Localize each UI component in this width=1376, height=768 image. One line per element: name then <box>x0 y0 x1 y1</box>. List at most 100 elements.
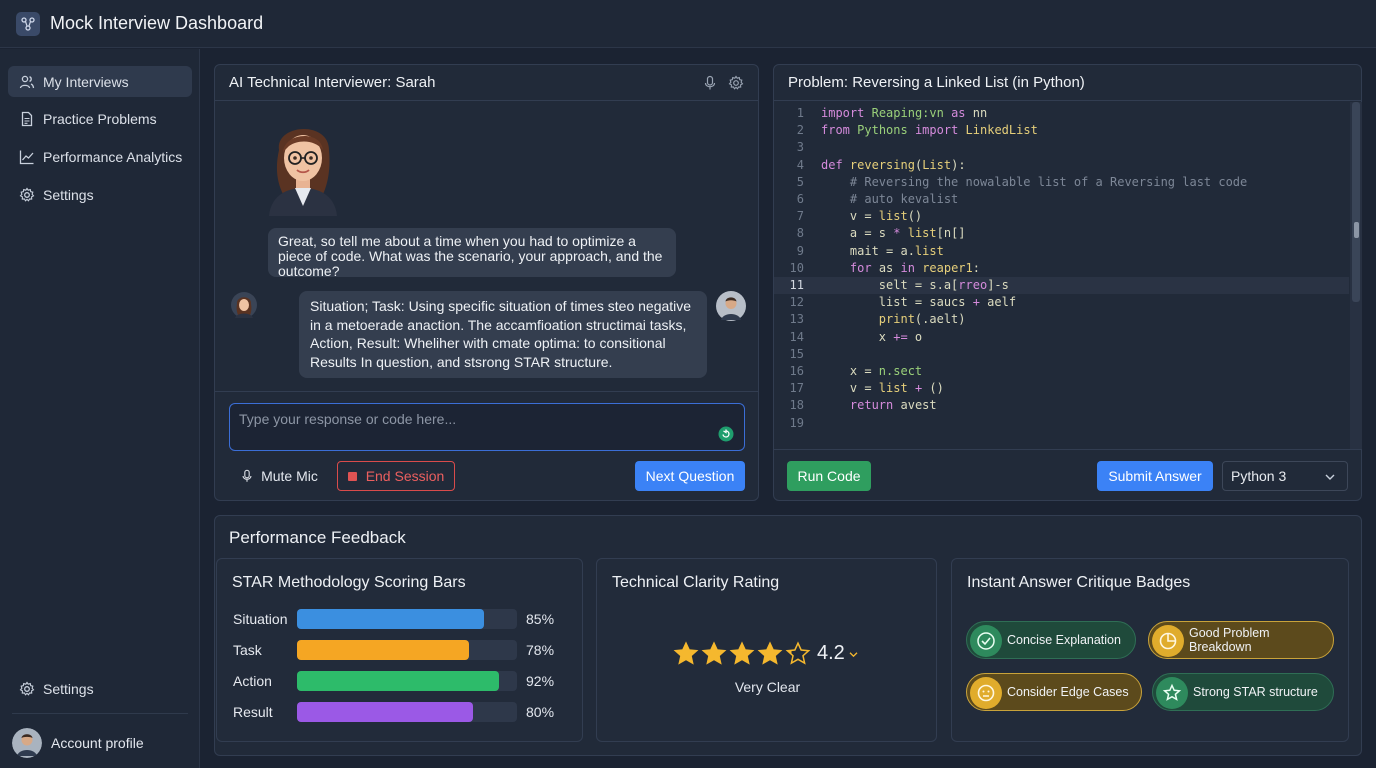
response-input-placeholder: Type your response or code here... <box>239 411 457 427</box>
bar-fill <box>297 640 469 660</box>
code-line[interactable]: 4 def reversing(List): <box>774 157 1349 174</box>
critique-badges-card: Instant Answer Critique Badges Concise E… <box>951 558 1349 742</box>
code-line[interactable]: 16 x = n.sect <box>774 363 1349 380</box>
code-line[interactable]: 8 a = s * list[n[] <box>774 225 1349 242</box>
interviewer-avatar <box>269 128 337 216</box>
code-line[interactable]: 1 import Reaping:vn as nn <box>774 105 1349 122</box>
code-scrollbar[interactable] <box>1350 102 1362 449</box>
code-text: x += o <box>821 329 923 344</box>
bar-track <box>297 702 517 722</box>
code-line[interactable]: 14 x += o <box>774 329 1349 346</box>
code-text: def reversing(List): <box>821 157 966 172</box>
code-text: for as in reaper1: <box>849 260 980 275</box>
submit-answer-button[interactable]: Submit Answer <box>1097 461 1213 491</box>
stop-icon <box>347 471 357 481</box>
code-line[interactable]: 18 return avest <box>774 397 1349 414</box>
code-scrollbar-thumb[interactable] <box>1352 102 1360 302</box>
problem-panel: Problem: Reversing a Linked List (in Pyt… <box>773 64 1362 501</box>
next-question-button[interactable]: Next Question <box>635 461 745 491</box>
code-line[interactable]: 15 <box>774 346 1349 363</box>
sidebar-item-practice-problems[interactable]: Practice Problems <box>8 103 192 134</box>
bar-label: Result <box>233 704 273 720</box>
gear-icon[interactable] <box>728 75 744 91</box>
code-line[interactable]: 13 print(.aelt) <box>774 311 1349 328</box>
account-label: Account profile <box>51 735 144 751</box>
code-line[interactable]: 7 v = list() <box>774 208 1349 225</box>
technical-clarity-card: Technical Clarity Rating 4.2 Very Clear <box>596 558 937 742</box>
critique-card-title: Instant Answer Critique Badges <box>967 574 1191 591</box>
badge-label: Consider Edge Cases <box>1007 685 1129 699</box>
line-number: 7 <box>796 209 804 224</box>
line-number: 12 <box>789 295 804 310</box>
language-select[interactable]: Python 3 <box>1222 461 1348 491</box>
bar-fill <box>297 671 500 691</box>
code-text: list = saucs + aelf <box>821 295 1017 310</box>
account-profile[interactable]: Account profile <box>12 725 144 761</box>
chevron-down-icon[interactable] <box>849 651 858 658</box>
star-bar-situation: Situation 85% <box>233 609 563 629</box>
gear-icon <box>19 187 35 202</box>
sidebar: My Interviews Practice Problems Performa… <box>0 49 200 768</box>
chevron-down-icon <box>1325 474 1335 480</box>
end-session-button[interactable]: End Session <box>337 461 455 491</box>
code-line[interactable]: 2 from Pythons import LinkedList <box>774 122 1349 139</box>
code-line[interactable]: 17 v = list + () <box>774 380 1349 397</box>
feedback-panel: Performance Feedback STAR Methodology Sc… <box>214 515 1362 756</box>
star-scoring-card: STAR Methodology Scoring Bars Situation 8… <box>216 558 583 742</box>
line-number: 1 <box>796 106 804 120</box>
grammar-check-icon[interactable] <box>718 426 734 442</box>
star-rating <box>673 641 813 667</box>
sidebar-item-label: Practice Problems <box>43 110 157 127</box>
rating-star-icon <box>757 641 783 665</box>
rating-star-icon <box>785 641 811 665</box>
sidebar-item-label: Settings <box>43 680 94 697</box>
line-number: 3 <box>796 140 804 155</box>
face-icon <box>970 677 1002 709</box>
rating-star-icon <box>701 641 727 665</box>
problem-title: Problem: Reversing a Linked List (in Pyt… <box>788 74 1085 91</box>
code-line[interactable]: 12 list = saucs + aelf <box>774 294 1349 311</box>
sidebar-item-settings[interactable]: Settings <box>8 179 192 210</box>
line-number: 13 <box>789 312 804 327</box>
bar-label: Task <box>233 642 262 658</box>
microphone-icon[interactable] <box>702 75 718 91</box>
mute-mic-button[interactable]: Mute Mic <box>237 461 321 491</box>
rating-star-icon <box>729 641 755 665</box>
bar-track <box>297 609 517 629</box>
chart-icon <box>19 150 34 164</box>
response-input[interactable]: Type your response or code here... <box>229 403 745 451</box>
user-avatar <box>12 728 42 758</box>
line-number: 17 <box>789 381 804 396</box>
line-number: 18 <box>789 398 804 413</box>
code-line[interactable]: 11 selt = s.a[rreo]-s <box>774 277 1349 295</box>
code-text: # Reversing the nowalable list of a Reve… <box>849 174 1248 189</box>
code-text: return avest <box>849 398 937 413</box>
code-line[interactable]: 3 <box>774 139 1349 156</box>
problem-header: Problem: Reversing a Linked List (in Pyt… <box>774 65 1361 101</box>
code-line[interactable]: 6 # auto kevalist <box>774 191 1349 208</box>
code-line[interactable]: 10 for as in reaper1: <box>774 260 1349 277</box>
code-text: selt = s.a[rreo]-s <box>821 278 1009 292</box>
code-line[interactable]: 9 mait = a.list <box>774 243 1349 260</box>
sidebar-bottom-settings[interactable]: Settings <box>8 673 192 704</box>
code-line[interactable]: 19 <box>774 415 1349 432</box>
user-small-avatar <box>716 291 746 321</box>
badge-label: Concise Explanation <box>1007 633 1121 647</box>
code-line[interactable]: 5 # Reversing the nowalable list of a Re… <box>774 174 1349 191</box>
sidebar-item-performance-analytics[interactable]: Performance Analytics <box>8 141 192 172</box>
run-code-button[interactable]: Run Code <box>787 461 871 491</box>
chat-area: Great, so tell me about a time when you … <box>215 102 759 392</box>
rating-value: 4.2 <box>817 642 845 664</box>
badge-label: Strong STAR structure <box>1193 685 1318 699</box>
users-icon <box>19 75 35 88</box>
code-editor[interactable]: 19 18 return avest 17 v = list + () 16 x = … <box>774 102 1362 450</box>
badge-concise-explanation: Concise Explanation <box>966 621 1136 659</box>
line-number: 8 <box>796 226 804 241</box>
bar-fill <box>297 702 473 722</box>
code-text: from Pythons import LinkedList <box>821 123 1038 138</box>
bar-label: Situation <box>233 611 288 627</box>
badge-consider-edge-cases: Consider Edge Cases <box>966 673 1142 711</box>
sidebar-item-my-interviews[interactable]: My Interviews <box>8 66 192 97</box>
star-bar-task: Task 78% <box>233 640 563 660</box>
app-title: Mock Interview Dashboard <box>50 13 264 33</box>
